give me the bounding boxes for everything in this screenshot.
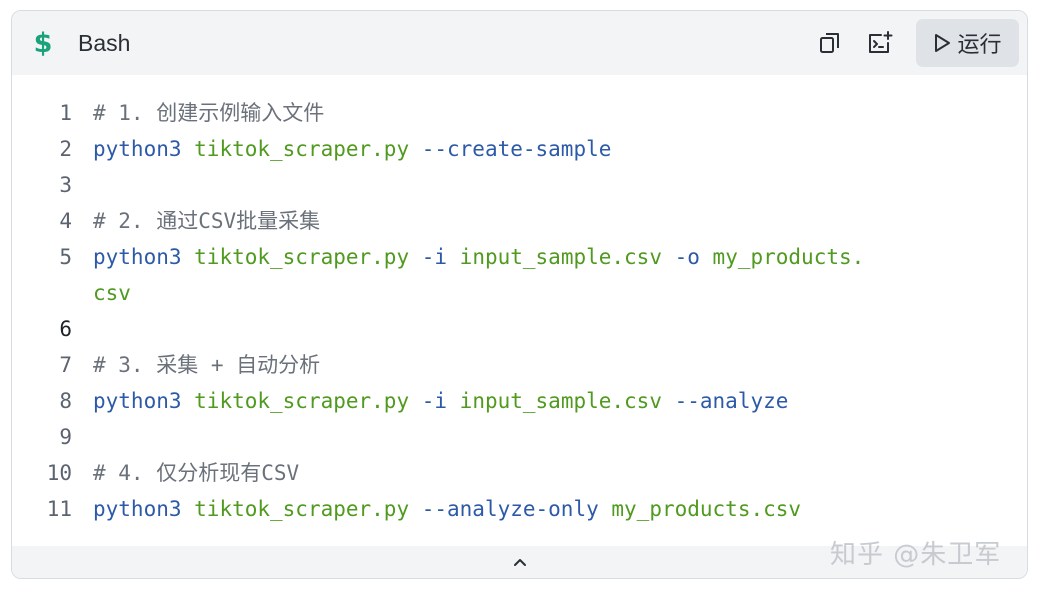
run-button[interactable]: 运行 [916, 19, 1019, 67]
line-number: 9 [59, 425, 72, 449]
code-block-header: $ Bash 运行 [12, 11, 1027, 75]
code-token: -o [674, 245, 713, 269]
code-token: # 1. 创建示例输入文件 [93, 101, 325, 125]
line-number: 1 [59, 101, 72, 125]
code-token: tiktok_scraper.py [194, 497, 422, 521]
code-token: my_products. [712, 245, 865, 269]
insert-code-button[interactable] [864, 27, 896, 59]
code-token: python3 [93, 389, 195, 413]
code-token: --analyze-only [421, 497, 612, 521]
play-icon [935, 34, 951, 52]
code-text: # 3. 采集 + 自动分析 [93, 347, 320, 383]
code-token: tiktok_scraper.py [194, 389, 422, 413]
line-number: 5 [59, 245, 72, 269]
code-token: csv [93, 281, 131, 305]
line-number: 3 [59, 173, 72, 197]
code-token: # 3. 采集 + 自动分析 [93, 353, 321, 377]
code-token: python3 [93, 245, 195, 269]
code-token: input_sample.csv [459, 245, 675, 269]
code-text: csv [93, 275, 131, 311]
code-token: my_products.csv [611, 497, 802, 521]
code-token: --create-sample [421, 137, 612, 161]
line-number: 7 [59, 353, 72, 377]
code-token: # 4. 仅分析现有CSV [93, 461, 300, 485]
code-token: -i [421, 245, 460, 269]
chevron-up-icon [513, 559, 526, 566]
copy-button[interactable] [814, 27, 846, 59]
code-editor[interactable]: 1 # 1. 创建示例输入文件 2 python3 tiktok_scraper.py… [12, 75, 1027, 546]
line-number: 10 [46, 461, 72, 485]
code-token: input_sample.csv [459, 389, 675, 413]
code-text: # 2. 通过CSV批量采集 [93, 203, 320, 239]
code-text: python3 tiktok_scraper.py --analyze-only… [93, 491, 801, 527]
code-token: tiktok_scraper.py [194, 137, 422, 161]
line-number: 8 [59, 389, 72, 413]
code-token: --analyze [674, 389, 789, 413]
code-text: python3 tiktok_scraper.py --create-sampl… [93, 131, 611, 167]
dollar-icon: $ [33, 27, 53, 59]
code-token: python3 [93, 137, 195, 161]
code-block: $ Bash 运行 1# 1. 创建示例输入文件2python3 tikt [11, 10, 1028, 579]
code-token: -i [421, 389, 460, 413]
watermark: 知乎 @朱卫军 [830, 540, 1002, 570]
code-token: python3 [93, 497, 195, 521]
code-text: python3 tiktok_scraper.py -i input_sampl… [93, 383, 788, 419]
code-text: python3 tiktok_scraper.py -i input_sampl… [93, 239, 864, 275]
language-label: Bash [78, 30, 131, 56]
line-number: 11 [46, 497, 72, 521]
code-text: # 1. 创建示例输入文件 [93, 95, 324, 131]
line-number: 2 [59, 137, 72, 161]
code-text: # 4. 仅分析现有CSV [93, 455, 299, 491]
line-number: 6 [59, 317, 72, 341]
copy-icon [820, 33, 839, 53]
code-token: # 2. 通过CSV批量采集 [93, 209, 321, 233]
code-token: tiktok_scraper.py [194, 245, 422, 269]
insert-icon [869, 31, 893, 53]
run-label: 运行 [957, 33, 1002, 58]
line-number: 4 [59, 209, 72, 233]
collapse-button[interactable] [508, 550, 532, 574]
